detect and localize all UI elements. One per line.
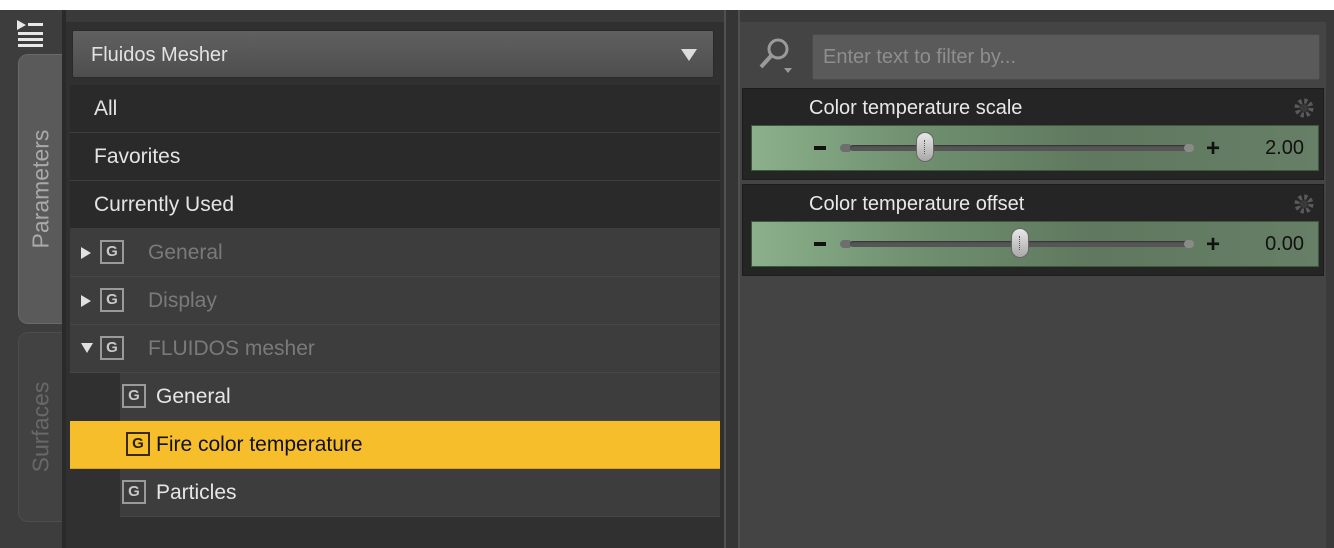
triangle-right-icon[interactable] [80,294,92,308]
triangle-right-icon[interactable] [80,246,92,260]
group-icon: G [100,288,124,312]
gear-icon[interactable] [1293,193,1315,215]
property-panel: Color temperature scale + 2.00 Color tem… [740,22,1326,548]
property-label: Color temperature scale [809,97,1023,119]
tab-surfaces[interactable]: Surfaces [18,332,62,522]
property-color-temperature-scale: Color temperature scale + 2.00 [742,88,1324,180]
slider-track-end [1184,240,1194,248]
tree-group-general[interactable]: G General [70,229,720,277]
tree-subgroup-label: Particles [156,481,237,504]
tree-subgroup-particles[interactable]: G Particles [120,469,720,517]
node-selector-value: Fluidos Mesher [91,44,228,66]
node-selector-dropdown[interactable]: Fluidos Mesher [72,30,714,78]
list-item-label: All [94,97,118,120]
property-color-temperature-offset: Color temperature offset + 0.00 [742,184,1324,276]
tree-group-display[interactable]: G Display [70,277,720,325]
panel-splitter[interactable] [724,10,740,548]
property-slider[interactable]: + 2.00 [751,125,1319,171]
gear-icon[interactable] [1293,97,1315,119]
filter-input[interactable] [812,34,1320,80]
increment-button[interactable]: + [1206,231,1220,259]
tree-subgroup-fire-color-temperature[interactable]: G Fire color temperature [70,421,720,469]
group-icon: G [122,384,146,408]
dropdown-arrow-icon [681,49,697,61]
tab-parameters[interactable]: Parameters [18,54,62,324]
group-icon: G [126,432,150,456]
decrement-button[interactable] [814,146,826,150]
property-value[interactable]: 2.00 [1265,137,1304,160]
increment-button[interactable]: + [1206,135,1220,163]
property-value[interactable]: 0.00 [1265,233,1304,256]
group-icon: G [100,336,124,360]
list-item-all[interactable]: All [70,85,720,133]
slider-thumb[interactable] [915,132,934,162]
list-item-favorites[interactable]: Favorites [70,133,720,181]
filter-bar [746,28,1320,80]
triangle-down-icon[interactable] [80,342,94,354]
tab-parameters-label: Parameters [27,129,53,249]
tab-surfaces-label: Surfaces [27,381,53,473]
pane-menu-button[interactable] [14,18,46,48]
tree-subgroup-general[interactable]: G General [120,373,720,421]
tree-group-label: General [148,241,223,264]
list-item-label: Favorites [94,145,181,168]
parameters-pane: Parameters Surfaces Fluidos Mesher All F… [0,10,1334,548]
tab-strip: Parameters Surfaces [0,10,62,548]
group-tree-panel: Fluidos Mesher All Favorites Currently U… [66,22,724,548]
group-icon: G [100,240,124,264]
tree-subgroup-label: Fire color temperature [156,433,363,456]
property-slider[interactable]: + 0.00 [751,221,1319,267]
list-item-currently-used[interactable]: Currently Used [70,181,720,229]
tree-group-fluidos-mesher[interactable]: G FLUIDOS mesher [70,325,720,373]
tree-subgroup-label: General [156,385,231,408]
tree-group-label: FLUIDOS mesher [148,337,315,360]
slider-track[interactable] [850,145,1190,151]
property-label: Color temperature offset [809,193,1025,215]
pane-menu-icon [17,20,43,47]
slider-thumb[interactable] [1011,228,1029,258]
tree-group-label: Display [148,289,217,312]
decrement-button[interactable] [814,242,826,246]
list-item-label: Currently Used [94,193,235,216]
slider-track-end [1184,144,1194,152]
group-icon: G [122,480,146,504]
magnifier-icon[interactable] [754,36,800,76]
